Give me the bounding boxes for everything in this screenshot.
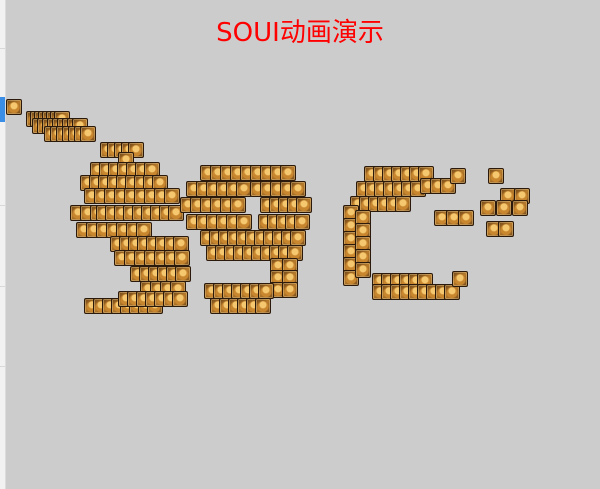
sprite-layer — [0, 0, 600, 489]
lion-head-icon — [450, 168, 466, 184]
lion-head-icon — [294, 214, 310, 230]
animation-canvas: SOUI动画演示 — [0, 0, 600, 489]
lion-head-icon — [258, 283, 274, 299]
lion-head-icon — [498, 221, 514, 237]
lion-head-icon — [174, 250, 190, 266]
lion-head-icon — [296, 197, 312, 213]
lion-head-icon — [452, 271, 468, 287]
lion-head-icon — [355, 262, 371, 278]
lion-head-icon — [282, 282, 298, 298]
lion-head-icon — [175, 266, 191, 282]
lion-head-icon — [395, 196, 411, 212]
lion-head-icon — [236, 214, 252, 230]
lion-head-icon — [458, 210, 474, 226]
lion-head-icon — [172, 291, 188, 307]
lion-head-icon — [6, 99, 22, 115]
lion-head-icon — [230, 197, 246, 213]
lion-head-icon — [488, 168, 504, 184]
lion-head-icon — [480, 200, 496, 216]
lion-head-icon — [255, 298, 271, 314]
lion-head-icon — [290, 230, 306, 246]
lion-head-icon — [280, 165, 296, 181]
lion-head-icon — [496, 200, 512, 216]
lion-head-icon — [80, 126, 96, 142]
lion-head-icon — [164, 188, 180, 204]
lion-head-icon — [512, 200, 528, 216]
lion-head-icon — [290, 181, 306, 197]
